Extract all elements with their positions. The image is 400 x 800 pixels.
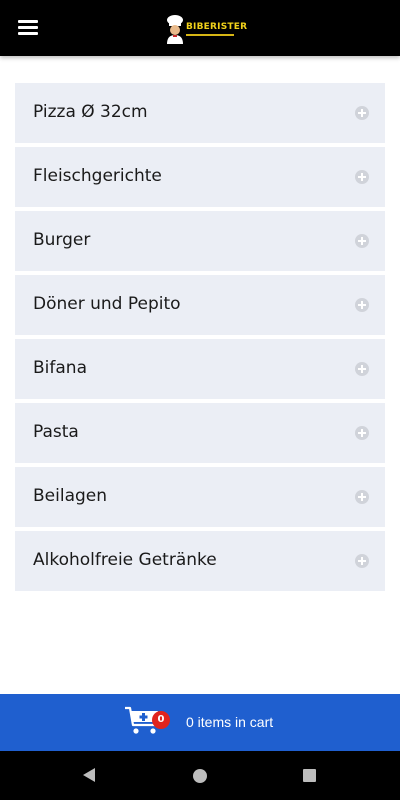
category-label: Fleischgerichte bbox=[33, 166, 162, 186]
hamburger-icon[interactable] bbox=[18, 20, 38, 36]
plus-circle-icon[interactable] bbox=[355, 106, 369, 120]
plus-circle-icon[interactable] bbox=[355, 490, 369, 504]
category-list: Pizza Ø 32cm Fleischgerichte Burger Döne… bbox=[15, 83, 385, 595]
plus-circle-icon[interactable] bbox=[355, 298, 369, 312]
plus-circle-icon[interactable] bbox=[355, 554, 369, 568]
category-item-pizza[interactable]: Pizza Ø 32cm bbox=[15, 83, 385, 143]
category-label: Bifana bbox=[33, 358, 87, 378]
category-label: Beilagen bbox=[33, 486, 108, 506]
category-label: Döner und Pepito bbox=[33, 294, 181, 314]
category-label: Alkoholfreie Getränke bbox=[33, 550, 217, 570]
chef-icon bbox=[167, 15, 183, 44]
category-item-doener[interactable]: Döner und Pepito bbox=[15, 275, 385, 335]
back-icon[interactable] bbox=[83, 768, 95, 782]
hamburger-line bbox=[18, 32, 38, 35]
category-label: Pizza Ø 32cm bbox=[33, 102, 148, 122]
category-item-beilagen[interactable]: Beilagen bbox=[15, 467, 385, 527]
plus-circle-icon[interactable] bbox=[355, 234, 369, 248]
system-nav-bar bbox=[0, 751, 400, 800]
category-item-burger[interactable]: Burger bbox=[15, 211, 385, 271]
plus-circle-icon[interactable] bbox=[355, 170, 369, 184]
category-item-bifana[interactable]: Bifana bbox=[15, 339, 385, 399]
cart-summary-text: 0 items in cart bbox=[186, 714, 274, 730]
hamburger-line bbox=[18, 26, 38, 29]
category-label: Pasta bbox=[33, 422, 79, 442]
category-label: Burger bbox=[33, 230, 91, 250]
recents-icon[interactable] bbox=[303, 769, 316, 782]
category-item-getraenke[interactable]: Alkoholfreie Getränke bbox=[15, 531, 385, 591]
logo-text: BIBERISTER bbox=[186, 22, 248, 32]
app-header: BIBERISTER bbox=[0, 0, 400, 56]
hamburger-line bbox=[18, 20, 38, 23]
cart-bar[interactable]: 0 0 items in cart bbox=[0, 694, 400, 751]
plus-circle-icon[interactable] bbox=[355, 362, 369, 376]
logo-underline bbox=[186, 34, 234, 36]
category-item-pasta[interactable]: Pasta bbox=[15, 403, 385, 463]
cart-count-badge: 0 bbox=[152, 711, 170, 729]
category-item-fleischgerichte[interactable]: Fleischgerichte bbox=[15, 147, 385, 207]
home-icon[interactable] bbox=[193, 769, 207, 783]
plus-circle-icon[interactable] bbox=[355, 426, 369, 440]
brand-logo[interactable]: BIBERISTER bbox=[164, 14, 247, 44]
